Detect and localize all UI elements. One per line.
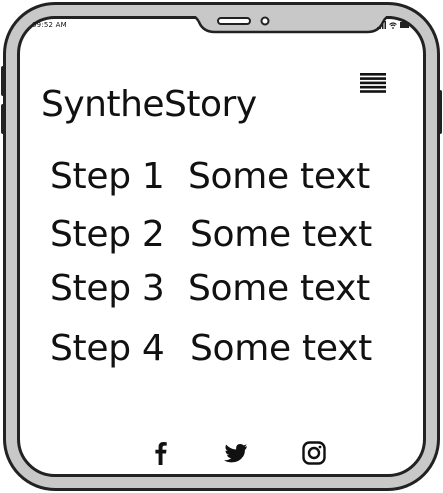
phone-notch: [190, 16, 392, 34]
step-label: Step 3: [50, 268, 165, 309]
status-time: 09:52 AM: [32, 21, 67, 29]
signal-icon: [377, 21, 386, 29]
step-text: Some text: [188, 156, 370, 197]
phone-side-button-right: [438, 90, 442, 134]
hamburger-menu-icon[interactable]: [360, 73, 386, 93]
social-links: [17, 440, 426, 470]
facebook-icon[interactable]: [148, 440, 174, 466]
step-row-1: Step 1 Some text: [50, 156, 370, 197]
step-text: Some text: [190, 328, 372, 369]
step-text: Some text: [190, 214, 372, 255]
phone-side-button-left: [1, 66, 5, 96]
step-text: Some text: [188, 268, 370, 309]
step-row-2: Step 2 Some text: [50, 214, 372, 255]
instagram-icon[interactable]: [301, 440, 327, 466]
step-label: Step 1: [50, 156, 165, 197]
app-title: SyntheStory: [41, 84, 257, 126]
status-icons: [377, 21, 410, 29]
step-row-3: Step 3 Some text: [50, 268, 370, 309]
wifi-icon: [389, 21, 397, 29]
battery-icon: [400, 22, 410, 28]
twitter-icon[interactable]: [223, 440, 249, 466]
step-row-4: Step 4 Some text: [50, 328, 372, 369]
step-label: Step 2: [50, 214, 165, 255]
phone-side-button-left-lower: [1, 104, 5, 134]
phone-screen: 09:52 AM SyntheStory Step 1 Some text St…: [17, 16, 426, 478]
step-label: Step 4: [50, 328, 165, 369]
